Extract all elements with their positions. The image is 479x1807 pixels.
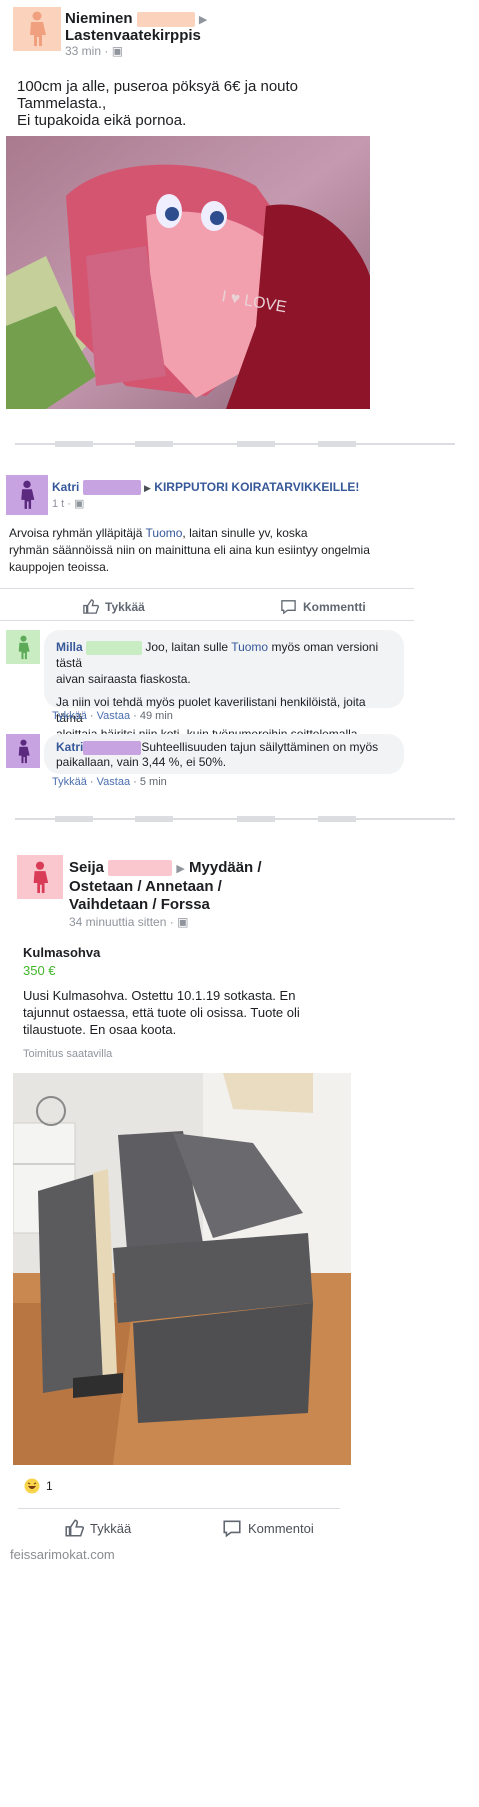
like-button[interactable]: Tykkää	[64, 1518, 131, 1538]
avatar-seija[interactable]	[17, 855, 63, 899]
post-author[interactable]: Seija	[69, 859, 104, 876]
post-time[interactable]: 34 minuuttia sitten	[69, 915, 166, 929]
group-name-line1[interactable]: Myydään /	[189, 859, 262, 876]
feed-separator	[15, 441, 455, 447]
avatar-katri[interactable]	[6, 734, 40, 768]
post-time[interactable]: 33 min	[65, 44, 101, 58]
post-text: 100cm ja alle, puseroa pöksyä 6€ ja nout…	[17, 78, 299, 129]
post-author[interactable]: Katri	[52, 480, 79, 494]
comment-time[interactable]: 49 min	[140, 710, 173, 722]
group-name[interactable]: KIRPPUTORI KOIRATARVIKKEILLE!	[154, 480, 359, 494]
redacted-name	[83, 740, 142, 755]
group-privacy-icon: ▣	[177, 915, 189, 929]
redacted-name	[86, 640, 143, 655]
comment-reply-link[interactable]: Vastaa	[97, 710, 130, 722]
haha-reaction-icon[interactable]	[24, 1478, 40, 1494]
comment-icon	[223, 1520, 241, 1538]
avatar-milla[interactable]	[6, 630, 40, 664]
avatar-nieminen[interactable]	[13, 7, 61, 51]
watermark: feissarimokat.com	[10, 1547, 115, 1562]
group-privacy-icon: ▣	[111, 44, 124, 58]
comment-author[interactable]: Milla	[56, 640, 83, 654]
post-photo-clothes[interactable]: I ♥ LOVE	[6, 136, 370, 409]
divider	[18, 1508, 340, 1509]
post-author[interactable]: Nieminen	[65, 10, 133, 27]
comment-button[interactable]: Kommentti	[280, 598, 366, 615]
comment-like-link[interactable]: Tykkää	[52, 710, 87, 722]
redacted-name	[108, 860, 173, 877]
like-button[interactable]: Tykkää	[82, 598, 145, 615]
person-icon	[33, 861, 49, 893]
item-price: 350 €	[23, 963, 56, 978]
person-icon	[18, 739, 30, 763]
redacted-name	[136, 11, 195, 27]
mention-tuomo[interactable]: Tuomo	[146, 526, 183, 540]
person-icon	[30, 11, 46, 46]
thumbs-up-icon	[65, 1519, 84, 1537]
arrow-right-icon: ▶	[144, 483, 151, 493]
comment-like-link[interactable]: Tykkää	[52, 776, 87, 788]
redacted-name	[82, 480, 141, 496]
arrow-right-icon: ▶	[176, 863, 185, 875]
comment-icon	[281, 600, 296, 615]
person-icon	[18, 635, 30, 659]
arrow-right-icon: ▶	[198, 14, 208, 26]
shipping-note: Toimitus saatavilla	[23, 1048, 113, 1060]
comment-reply-link[interactable]: Vastaa	[97, 776, 130, 788]
divider	[0, 588, 414, 589]
reaction-count[interactable]: 1	[46, 1479, 53, 1493]
group-privacy-icon: ▣	[74, 498, 85, 510]
mention-tuomo[interactable]: Tuomo	[231, 640, 268, 654]
comment-button[interactable]: Kommentoi	[222, 1518, 314, 1538]
comment-time[interactable]: 5 min	[140, 776, 167, 788]
comment-bubble: Katri Suhteellisuuden tajun säilyttäminen…	[44, 734, 404, 774]
divider	[0, 620, 414, 621]
item-title: Kulmasohva	[23, 945, 101, 960]
group-name[interactable]: Lastenvaatekirppis	[65, 27, 201, 44]
post-time[interactable]: 1 t	[52, 498, 64, 510]
post-text: Uusi Kulmasohva. Ostettu 10.1.19 sotkast…	[23, 988, 300, 1037]
post-text: Arvoisa ryhmän ylläpitäjä Tuomo, laitan …	[9, 526, 370, 574]
feed-separator	[15, 816, 455, 822]
comment-author[interactable]: Katri	[56, 740, 83, 754]
post-photo-sofa[interactable]	[13, 1073, 351, 1465]
group-name-line3[interactable]: Vaihdetaan / Forssa	[69, 896, 262, 914]
person-icon	[21, 480, 35, 509]
comment-bubble: Milla Joo, laitan sulle Tuomo myös oman …	[44, 630, 404, 741]
avatar-katri[interactable]	[6, 475, 48, 515]
group-name-line2[interactable]: Ostetaan / Annetaan /	[69, 878, 262, 896]
thumbs-up-icon	[83, 599, 99, 614]
